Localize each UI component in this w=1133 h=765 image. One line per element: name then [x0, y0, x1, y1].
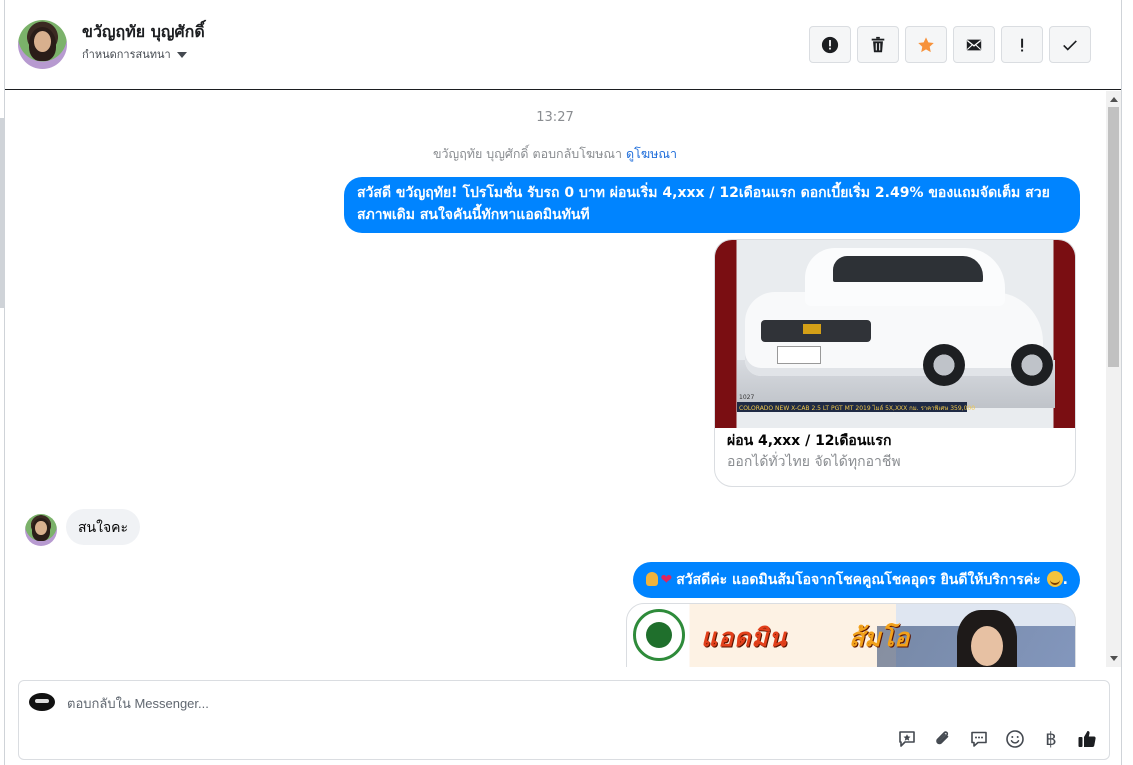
envelope-icon	[966, 39, 982, 50]
assign-label: กำหนดการสนทนา	[82, 48, 171, 61]
promo-image[interactable]: แอดมิน ส้มโอ	[626, 603, 1076, 667]
emoji-button[interactable]	[1003, 727, 1027, 751]
chat-bubble-icon	[971, 731, 987, 747]
star-icon	[918, 36, 934, 52]
ad-image-code: 1027	[739, 394, 755, 401]
assign-conversation-dropdown[interactable]: กำหนดการสนทนา	[82, 45, 187, 63]
check-icon	[1063, 39, 1077, 51]
page-logo-icon	[29, 693, 55, 711]
spam-icon	[821, 36, 839, 53]
promo-text-name: ส้มโอ	[849, 623, 910, 652]
message-scrollbar[interactable]	[1106, 91, 1121, 667]
outgoing-message[interactable]: ❤ สวัสดีค่ะ แอดมินส้มโอจากโชคคูณโชคอุดร ย…	[633, 562, 1080, 598]
thread-header: ขวัญฤทัย บุญศักดิ์ กำหนดการสนทนา	[5, 0, 1121, 90]
admin-photo	[957, 610, 1017, 667]
ad-image-strip-text: COLORADO NEW X-CAB 2.5 LT PGT MT 2019 ไม…	[739, 405, 976, 412]
message-list[interactable]: 13:27 ขวัญฤทัย บุญศักดิ์ ตอบกลับโฆษณา ดู…	[5, 91, 1105, 667]
reply-composer: ฿	[18, 680, 1110, 760]
view-ad-link[interactable]: ดูโฆษณา	[626, 146, 677, 161]
inbox-thread: ขวัญฤทัย บุญศักดิ์ กำหนดการสนทนา 13:27 ข…	[4, 0, 1122, 765]
payment-button[interactable]: ฿	[1039, 727, 1063, 751]
ad-card[interactable]: 1027 COLORADO NEW X-CAB 2.5 LT PGT MT 20…	[714, 239, 1076, 487]
contact-name[interactable]: ขวัญฤทัย บุญศักดิ์	[82, 20, 205, 45]
ad-card-subtitle: ออกได้ทั่วไทย จัดได้ทุกอาชีพ	[727, 454, 901, 470]
outgoing-message[interactable]: สวัสดี ขวัญฤทัย! โปรโมชั่น รับรถ 0 บาท ผ…	[344, 177, 1080, 233]
scroll-down-arrow-icon[interactable]	[1110, 656, 1118, 661]
heart-emoji-icon: ❤	[660, 572, 673, 588]
attachment-icon	[936, 731, 949, 745]
composer-tools: ฿	[895, 727, 1099, 751]
exclamation-icon	[1021, 38, 1024, 51]
caret-down-icon	[176, 51, 187, 58]
thumbs-up-icon	[1078, 731, 1096, 748]
follow-up-button[interactable]	[1001, 26, 1043, 63]
sender-avatar[interactable]	[25, 514, 57, 546]
reply-input[interactable]	[67, 691, 1087, 715]
scroll-up-arrow-icon[interactable]	[1110, 97, 1118, 102]
mark-spam-button[interactable]	[809, 26, 851, 63]
promo-text-admin: แอดมิน	[701, 623, 787, 652]
mark-unread-button[interactable]	[953, 26, 995, 63]
ad-reply-text: ขวัญฤทัย บุญศักดิ์ ตอบกลับโฆษณา	[432, 146, 623, 161]
trash-icon	[871, 36, 885, 52]
scrollbar-thumb[interactable]	[1108, 107, 1119, 367]
thread-actions	[809, 26, 1091, 63]
pray-emoji-icon	[646, 572, 659, 586]
emoji-icon	[1006, 730, 1024, 748]
send-like-button[interactable]	[1075, 727, 1099, 751]
incoming-message[interactable]: สนใจคะ	[66, 509, 141, 545]
delete-button[interactable]	[857, 26, 899, 63]
star-button[interactable]	[905, 26, 947, 63]
message-text: สวัสดีค่ะ แอดมินส้มโอจากโชคคูณโชคอุดร ยิ…	[676, 572, 1041, 588]
chevrolet-logo-icon	[803, 324, 821, 334]
dealer-logo-icon	[633, 609, 685, 661]
contact-avatar[interactable]	[18, 20, 67, 69]
ad-reply-notice: ขวัญฤทัย บุญศักดิ์ ตอบกลับโฆษณา ดูโฆษณา	[5, 144, 1105, 164]
smiling-face-emoji-icon	[1046, 571, 1063, 587]
baht-icon: ฿	[1045, 728, 1057, 750]
ad-card-title: ผ่อน 4,xxx / 12เดือนแรก	[727, 433, 892, 449]
message-timestamp: 13:27	[536, 110, 574, 125]
attach-file-button[interactable]	[931, 727, 955, 751]
saved-replies-button[interactable]	[895, 727, 919, 751]
mark-done-button[interactable]	[1049, 26, 1091, 63]
quick-message-button[interactable]	[967, 727, 991, 751]
saved-reply-icon	[899, 731, 915, 747]
ad-card-image[interactable]: 1027 COLORADO NEW X-CAB 2.5 LT PGT MT 20…	[715, 240, 1075, 428]
message-text: สวัสดี ขวัญฤทัย! โปรโมชั่น รับรถ 0 บาท ผ…	[357, 185, 1050, 223]
